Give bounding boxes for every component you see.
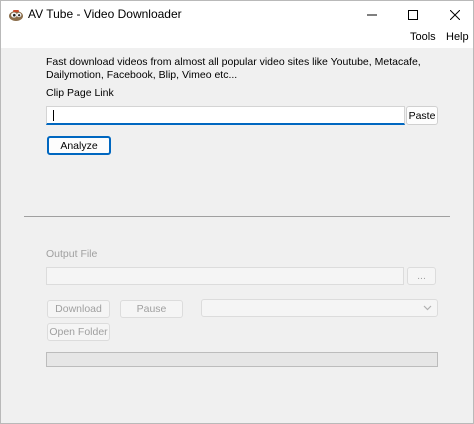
menu-tools[interactable]: Tools: [410, 31, 436, 43]
output-file-label: Output File: [46, 248, 98, 260]
maximize-icon: [408, 10, 418, 20]
download-progress-bar: [46, 352, 438, 367]
minimize-button[interactable]: [349, 1, 395, 29]
chevron-down-icon: [423, 305, 432, 311]
paste-button[interactable]: Paste: [406, 106, 438, 125]
maximize-button[interactable]: [390, 1, 436, 29]
analyze-button[interactable]: Analyze: [47, 136, 111, 155]
download-button[interactable]: Download: [47, 300, 110, 318]
window-title: AV Tube - Video Downloader: [28, 7, 182, 21]
text-caret: [53, 110, 54, 121]
clip-page-link-input[interactable]: [46, 106, 405, 125]
app-logo-icon: [9, 10, 23, 21]
output-file-input[interactable]: [46, 267, 404, 285]
section-divider: [24, 216, 450, 217]
menu-help[interactable]: Help: [446, 31, 469, 43]
app-window: AV Tube - Video Downloader Tools Help Fa…: [0, 0, 474, 424]
description-text: Fast download videos from almost all pop…: [46, 56, 421, 81]
clip-page-link-label: Clip Page Link: [46, 87, 114, 99]
menu-bar: Tools Help: [1, 29, 473, 48]
browse-button[interactable]: ...: [407, 267, 436, 285]
minimize-icon: [367, 14, 377, 16]
title-bar: AV Tube - Video Downloader: [1, 1, 473, 29]
close-button[interactable]: [432, 1, 473, 29]
open-folder-button[interactable]: Open Folder: [47, 323, 110, 341]
format-select[interactable]: [201, 299, 438, 317]
pause-button[interactable]: Pause: [120, 300, 183, 318]
close-icon: [450, 10, 460, 20]
